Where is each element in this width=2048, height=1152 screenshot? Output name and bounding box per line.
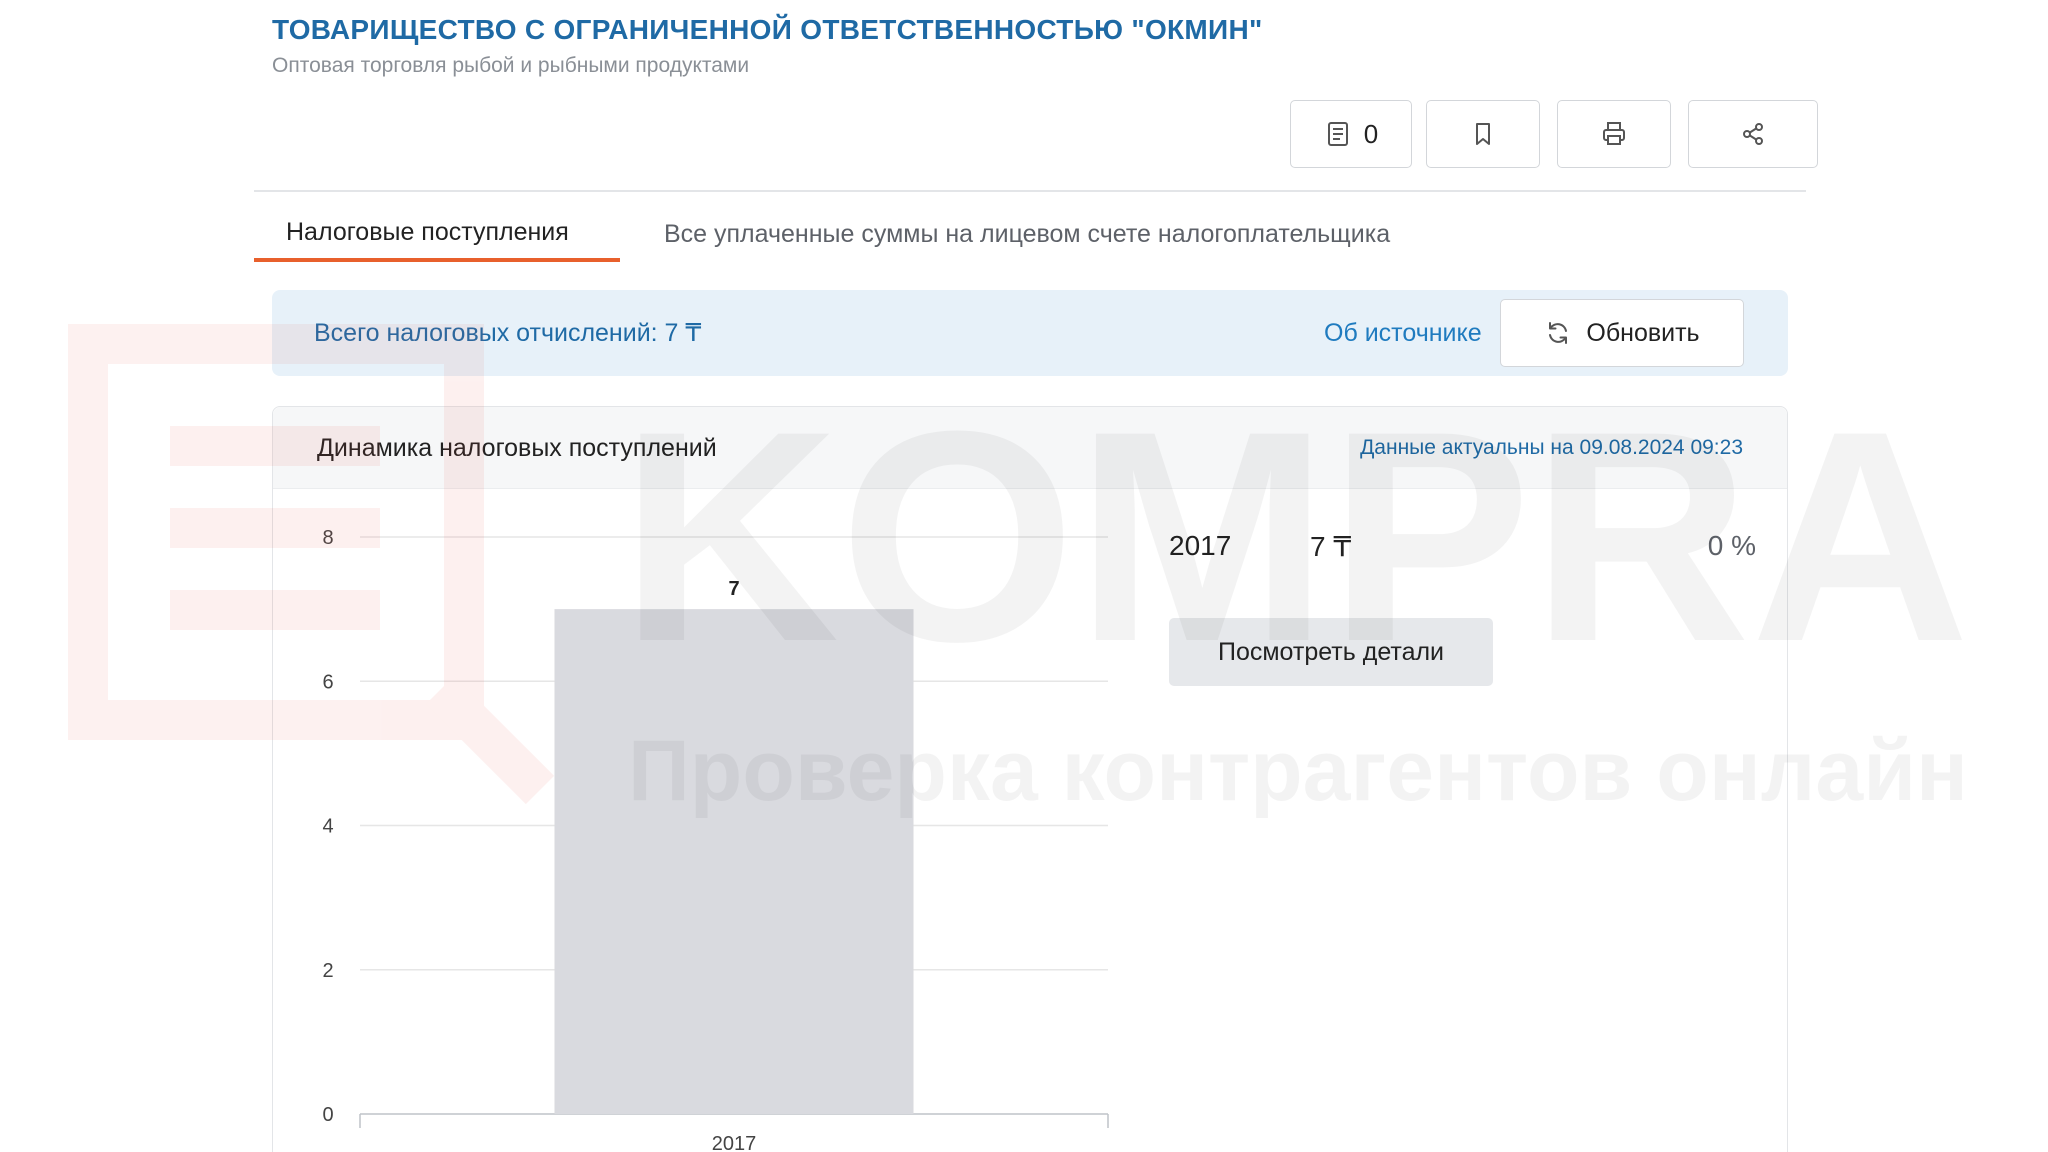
detail-amount: 7 ₸: [1310, 531, 1352, 562]
y-tick-label: 2: [322, 960, 333, 982]
y-tick-label: 0: [322, 1104, 333, 1126]
y-tick-label: 6: [322, 671, 333, 693]
bar-data-label: 7: [728, 578, 739, 600]
view-details-button[interactable]: Посмотреть детали: [1169, 618, 1493, 686]
tax-receipts-bar-chart: 0 2 4 6 8 7 2017: [322, 527, 1109, 1152]
y-tick-label: 8: [322, 527, 333, 549]
detail-year: 2017: [1169, 530, 1232, 561]
x-tick-label: 2017: [712, 1133, 757, 1152]
chart-bar: [554, 609, 914, 1114]
detail-percent: 0 %: [1707, 530, 1756, 561]
y-tick-label: 4: [322, 816, 333, 838]
